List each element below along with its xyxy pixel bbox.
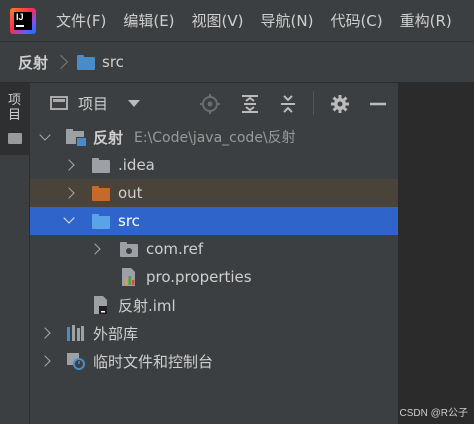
source-folder-icon [77, 54, 96, 70]
chevron-down-icon[interactable] [39, 129, 51, 141]
chevron-right-icon[interactable] [39, 327, 51, 339]
excluded-folder-icon [92, 186, 110, 201]
locate-icon[interactable] [200, 94, 220, 114]
project-toolbar: 项目 [30, 83, 398, 123]
expand-all-icon[interactable] [240, 94, 260, 114]
menu-code[interactable]: 代码(C) [330, 10, 382, 31]
project-view-icon [50, 96, 68, 110]
tree-label-idea: .idea [118, 156, 155, 174]
watermark: CSDN @R公子 [399, 408, 469, 419]
project-panel: 项目 反射 E:\Code\java_code\反射 .idea out src… [30, 83, 398, 424]
source-folder-icon [92, 214, 110, 229]
menu-bar: IJ 文件(F) 编辑(E) 视图(V) 导航(N) 代码(C) 重构(R) [0, 0, 474, 41]
tree-label-properties: pro.properties [146, 268, 252, 286]
chevron-right-icon[interactable] [63, 187, 75, 199]
dropdown-arrow-icon[interactable] [128, 99, 141, 107]
tree-row-src[interactable]: src [30, 207, 398, 235]
menu-view[interactable]: 视图(V) [192, 10, 244, 31]
menu-file[interactable]: 文件(F) [56, 10, 106, 31]
module-file-icon [92, 295, 110, 315]
tree-row-project-root[interactable]: 反射 E:\Code\java_code\反射 [30, 123, 398, 151]
project-folder-icon [66, 129, 87, 147]
tree-row-out[interactable]: out [30, 179, 398, 207]
properties-file-icon [120, 267, 138, 287]
chevron-right-icon [53, 54, 69, 70]
project-tool-tab-label: 项目 [8, 93, 22, 123]
tree-row-iml[interactable]: 反射.iml [30, 291, 398, 319]
tree-row-scratches[interactable]: 临时文件和控制台 [30, 347, 398, 375]
project-view-label[interactable]: 项目 [78, 93, 108, 114]
editor-area [398, 83, 474, 424]
project-tool-tab[interactable]: 项目 [0, 83, 30, 155]
menu-edit[interactable]: 编辑(E) [123, 10, 174, 31]
minimize-icon[interactable] [368, 94, 388, 114]
breadcrumb-project[interactable]: 反射 [18, 52, 48, 73]
menu-navigate[interactable]: 导航(N) [261, 10, 314, 31]
tree-row-external-libraries[interactable]: 外部库 [30, 319, 398, 347]
tree-row-properties[interactable]: pro.properties [30, 263, 398, 291]
menu-refactor[interactable]: 重构(R) [400, 10, 452, 31]
library-icon [66, 324, 86, 342]
intellij-logo-icon: IJ [10, 7, 36, 34]
project-root-name: 反射 [93, 128, 124, 147]
tree-label-package: com.ref [146, 240, 204, 258]
package-icon [120, 242, 138, 257]
project-root-path: E:\Code\java_code\反射 [134, 130, 296, 146]
folder-icon [8, 133, 22, 144]
chevron-right-icon[interactable] [39, 355, 51, 367]
gear-icon[interactable] [330, 94, 350, 114]
tree-label-iml: 反射.iml [118, 296, 176, 315]
collapse-all-icon[interactable] [278, 94, 298, 114]
scratches-icon [66, 352, 86, 370]
tree-row-idea[interactable]: .idea [30, 151, 398, 179]
chevron-right-icon[interactable] [63, 159, 75, 171]
chevron-right-icon[interactable] [89, 243, 101, 255]
toolbar-divider [313, 91, 314, 115]
breadcrumb-src[interactable]: src [102, 53, 124, 71]
breadcrumb: 反射 src [0, 41, 474, 83]
folder-icon [92, 158, 110, 173]
tree-row-package[interactable]: com.ref [30, 235, 398, 263]
tree-label-scratches: 临时文件和控制台 [93, 352, 214, 371]
tree-label-external-libraries: 外部库 [93, 324, 139, 343]
chevron-down-icon[interactable] [63, 212, 75, 224]
tree-label-out: out [118, 184, 143, 202]
tool-window-strip: 项目 [0, 83, 30, 424]
tree-label-src: src [118, 212, 140, 230]
